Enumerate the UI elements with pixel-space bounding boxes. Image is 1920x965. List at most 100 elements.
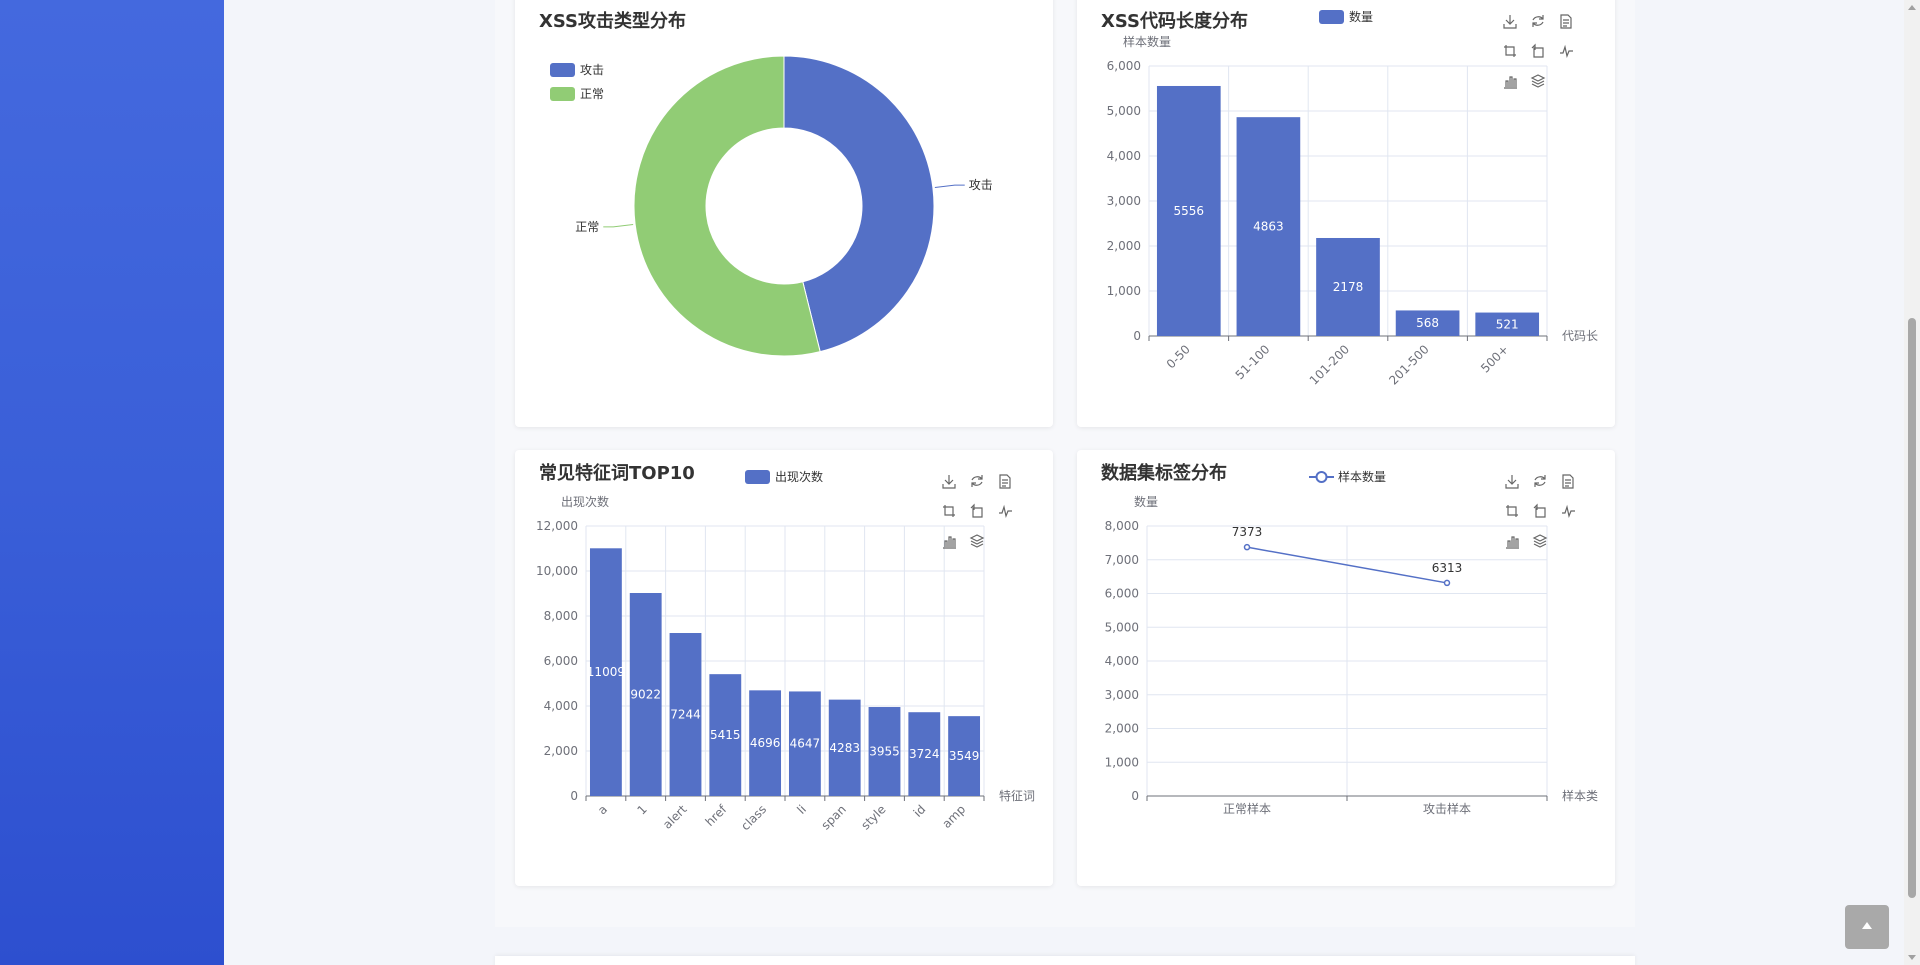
x-tick-label: 201-500 bbox=[1386, 342, 1431, 387]
x-tick-label: alert bbox=[660, 802, 690, 832]
bar-value-label: 2178 bbox=[1333, 280, 1364, 294]
download-icon[interactable] bbox=[942, 475, 956, 489]
y-tick-label: 1,000 bbox=[1107, 284, 1141, 298]
bar-value-label: 4647 bbox=[790, 737, 821, 751]
xss-attack-type-pie-chart: 攻击正常攻击正常 bbox=[550, 55, 993, 357]
download-icon[interactable] bbox=[1505, 475, 1519, 489]
x-tick-label: 0-50 bbox=[1164, 342, 1193, 371]
y-tick-label: 4,000 bbox=[544, 699, 578, 713]
scrollbar-thumb[interactable] bbox=[1908, 318, 1916, 898]
zoom-icon[interactable] bbox=[943, 505, 955, 517]
zoom-reset-icon[interactable] bbox=[1531, 43, 1544, 58]
bar-value-label: 568 bbox=[1416, 316, 1439, 330]
y-tick-label: 6,000 bbox=[1105, 587, 1139, 601]
x-tick-label: li bbox=[794, 802, 809, 817]
page-scrollbar[interactable] bbox=[1904, 0, 1920, 965]
y-tick-label: 6,000 bbox=[1107, 59, 1141, 73]
bar-value-label: 9022 bbox=[630, 688, 661, 702]
bar-value-label: 3724 bbox=[909, 747, 940, 761]
legend-swatch bbox=[1319, 10, 1344, 24]
x-tick-label: style bbox=[858, 802, 888, 832]
x-axis-label: 特征词 bbox=[999, 788, 1035, 803]
y-tick-label: 3,000 bbox=[1105, 688, 1139, 702]
y-tick-label: 2,000 bbox=[1105, 722, 1139, 736]
data-view-icon[interactable] bbox=[1562, 474, 1574, 489]
bar-icon[interactable] bbox=[943, 536, 956, 549]
pie-label-line bbox=[603, 223, 634, 228]
legend-label: 数量 bbox=[1349, 9, 1373, 24]
scroll-up-icon[interactable] bbox=[1908, 5, 1916, 10]
stack-icon[interactable] bbox=[969, 534, 985, 548]
line-icon[interactable] bbox=[1560, 44, 1573, 59]
xss-attack-type-card: XSS攻击类型分布 攻击 正常 攻击 正常 bbox=[515, 0, 1053, 427]
bar-value-label: 3549 bbox=[949, 749, 980, 763]
x-tick-label: href bbox=[703, 802, 730, 829]
download-icon[interactable] bbox=[1503, 15, 1517, 29]
y-tick-label: 2,000 bbox=[1107, 239, 1141, 253]
pie-slice-label: 正常 bbox=[575, 220, 599, 234]
y-tick-label: 2,000 bbox=[544, 744, 578, 758]
y-tick-label: 5,000 bbox=[1105, 620, 1139, 634]
y-axis-label: 数量 bbox=[1134, 494, 1158, 509]
stack-icon[interactable] bbox=[1530, 74, 1546, 88]
scroll-down-icon[interactable] bbox=[1908, 955, 1916, 960]
line-icon[interactable] bbox=[999, 504, 1012, 519]
dataset-label-card: 数据集标签分布 0 1,000 2,000 3,000 4,000 5,000 6,000 7… bbox=[1077, 450, 1615, 886]
x-tick-label: 1 bbox=[635, 802, 650, 817]
y-tick-label: 5,000 bbox=[1107, 104, 1141, 118]
y-tick-label: 0 bbox=[1131, 789, 1139, 803]
y-tick-label: 0 bbox=[1133, 329, 1141, 343]
bar-value-label: 4283 bbox=[829, 741, 860, 755]
top10-feature-words-card: 常见特征词TOP10 0 2,000 4,000 6,000 8,000 10,000 12… bbox=[515, 450, 1053, 886]
y-tick-label: 8,000 bbox=[1105, 519, 1139, 533]
x-tick-label: 51-100 bbox=[1233, 342, 1273, 382]
refresh-icon[interactable] bbox=[1534, 475, 1546, 487]
back-to-top-button[interactable] bbox=[1845, 905, 1889, 949]
data-view-icon[interactable] bbox=[999, 474, 1011, 489]
refresh-icon[interactable] bbox=[1532, 15, 1544, 27]
x-tick-label: amp bbox=[939, 802, 968, 831]
bar-icon[interactable] bbox=[1506, 536, 1519, 549]
xss-code-length-card: XSS代码长度分布 0 1,000 2,000 3,000 4,000 5,000 6,00… bbox=[1077, 0, 1615, 427]
stack-icon[interactable] bbox=[1532, 534, 1548, 548]
data-value-label: 7373 bbox=[1232, 525, 1263, 539]
legend-label: 攻击 bbox=[580, 63, 604, 77]
x-tick-label: class bbox=[738, 802, 769, 833]
x-tick-label: id bbox=[911, 802, 929, 820]
arrow-up-icon bbox=[1862, 922, 1872, 929]
legend-label: 出现次数 bbox=[775, 469, 823, 484]
legend-swatch bbox=[745, 470, 770, 484]
zoom-reset-icon[interactable] bbox=[1533, 503, 1546, 518]
x-tick-label: 500+ bbox=[1478, 342, 1511, 375]
zoom-reset-icon[interactable] bbox=[970, 503, 983, 518]
legend-label: 正常 bbox=[580, 87, 604, 101]
legend-label: 样本数量 bbox=[1338, 469, 1386, 484]
legend-swatch bbox=[550, 87, 575, 101]
zoom-icon[interactable] bbox=[1504, 45, 1516, 57]
legend-swatch bbox=[550, 63, 575, 77]
pie-slice-label: 攻击 bbox=[969, 178, 993, 192]
line-icon[interactable] bbox=[1562, 504, 1575, 519]
y-tick-label: 12,000 bbox=[536, 519, 578, 533]
y-axis-label: 出现次数 bbox=[561, 494, 609, 509]
bar-value-label: 4696 bbox=[750, 736, 781, 750]
next-section-panel bbox=[495, 956, 1635, 965]
bar-value-label: 5415 bbox=[710, 728, 741, 742]
bar-icon[interactable] bbox=[1504, 76, 1517, 89]
bar-value-label: 521 bbox=[1496, 317, 1519, 331]
y-tick-label: 4,000 bbox=[1105, 654, 1139, 668]
x-tick-label: 正常样本 bbox=[1223, 801, 1271, 816]
bar-value-label: 5556 bbox=[1174, 204, 1205, 218]
y-tick-label: 6,000 bbox=[544, 654, 578, 668]
data-value-label: 6313 bbox=[1432, 561, 1463, 575]
x-tick-label: span bbox=[819, 802, 849, 832]
x-tick-label: a bbox=[595, 802, 610, 817]
bar-value-label: 7244 bbox=[670, 708, 701, 722]
pie-label-line bbox=[934, 184, 965, 189]
data-view-icon[interactable] bbox=[1560, 14, 1572, 29]
zoom-icon[interactable] bbox=[1506, 505, 1518, 517]
bar-value-label: 3955 bbox=[869, 745, 900, 759]
x-axis-label: 代码长 bbox=[1562, 329, 1598, 343]
refresh-icon[interactable] bbox=[971, 475, 983, 487]
x-tick-label: 攻击样本 bbox=[1423, 801, 1471, 816]
